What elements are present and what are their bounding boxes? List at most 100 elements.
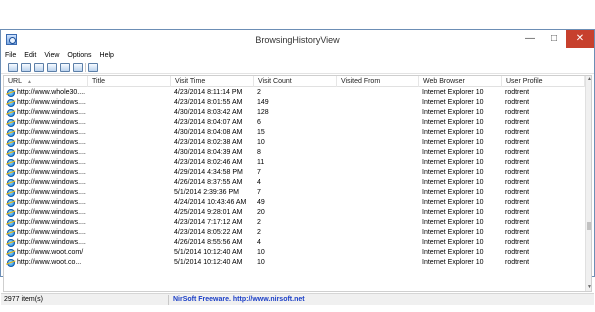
table-row[interactable]: http://www.windows.... 4/23/2014 8:01:55 … bbox=[4, 98, 585, 108]
cell-title bbox=[88, 228, 171, 238]
menu-help[interactable]: Help bbox=[96, 50, 118, 61]
column-header-url[interactable]: URL ▲ bbox=[4, 76, 88, 87]
refresh-icon[interactable] bbox=[73, 63, 83, 72]
minimize-button[interactable]: — bbox=[518, 30, 542, 48]
table-row[interactable]: http://www.windows.... 4/25/2014 9:28:01 … bbox=[4, 208, 585, 218]
close-button[interactable]: ✕ bbox=[566, 30, 594, 48]
save-icon[interactable] bbox=[21, 63, 31, 72]
cell-user-profile: rodtrent bbox=[505, 169, 530, 176]
column-header-visit-count[interactable]: Visit Count bbox=[254, 76, 337, 87]
cell-visit-time: 4/23/2014 8:11:14 PM bbox=[174, 89, 243, 96]
table-row[interactable]: http://www.woot.co... 5/1/2014 10:12:40 A… bbox=[4, 258, 585, 268]
cell-url: http://www.windows.... bbox=[4, 178, 88, 188]
cell-web-browser: Internet Explorer 10 bbox=[422, 249, 484, 256]
export-icon[interactable] bbox=[34, 63, 44, 72]
table-row[interactable]: http://www.windows.... 4/30/2014 8:03:42 … bbox=[4, 108, 585, 118]
table-row[interactable]: http://www.windows.... 4/23/2014 8:02:38 … bbox=[4, 138, 585, 148]
cell-user-profile: rodtrent bbox=[505, 209, 530, 216]
maximize-button[interactable]: □ bbox=[542, 30, 566, 48]
table-row[interactable]: http://www.windows.... 4/23/2014 8:02:46 … bbox=[4, 158, 585, 168]
copy-icon[interactable] bbox=[47, 63, 57, 72]
cell-title bbox=[88, 138, 171, 148]
cell-web-browser: Internet Explorer 10 bbox=[422, 109, 484, 116]
menu-file[interactable]: File bbox=[1, 50, 20, 61]
internet-explorer-icon bbox=[7, 169, 15, 177]
cell-visit-count: 2 bbox=[257, 89, 261, 96]
cell-url: http://www.windows.... bbox=[4, 158, 88, 168]
cell-visit-count: 49 bbox=[257, 199, 265, 206]
table-body: http://www.whole30.... 4/23/2014 8:11:14 … bbox=[4, 88, 585, 268]
cell-url: http://www.windows.... bbox=[4, 208, 88, 218]
column-header-visited-from[interactable]: Visited From bbox=[337, 76, 419, 87]
cell-visit-time: 4/30/2014 8:03:42 AM bbox=[174, 109, 243, 116]
history-table[interactable]: URL ▲ Title Visit Time Visit Count Visite… bbox=[3, 75, 592, 292]
title-bar[interactable]: BrowsingHistoryView — □ ✕ bbox=[1, 30, 594, 50]
table-row[interactable]: http://www.windows.... 4/29/2014 4:34:58 … bbox=[4, 168, 585, 178]
cell-visit-time: 4/30/2014 8:04:08 AM bbox=[174, 129, 243, 136]
cell-visit-count: 2 bbox=[257, 229, 261, 236]
cell-url: http://www.windows.... bbox=[4, 168, 88, 178]
item-count: 2977 item(s) bbox=[4, 296, 43, 303]
exit-icon[interactable] bbox=[88, 63, 98, 72]
status-bar: 2977 item(s) NirSoft Freeware. http://ww… bbox=[1, 293, 594, 305]
cell-user-profile: rodtrent bbox=[505, 159, 530, 166]
menu-edit[interactable]: Edit bbox=[20, 50, 40, 61]
app-window: BrowsingHistoryView — □ ✕ File Edit View… bbox=[0, 29, 595, 305]
table-row[interactable]: http://www.windows.... 4/30/2014 8:04:08 … bbox=[4, 128, 585, 138]
scroll-down-icon[interactable]: ▼ bbox=[586, 284, 591, 291]
cell-web-browser: Internet Explorer 10 bbox=[422, 179, 484, 186]
cell-title bbox=[88, 158, 171, 168]
properties-icon[interactable] bbox=[60, 63, 70, 72]
cell-visit-time: 4/26/2014 8:55:56 AM bbox=[174, 239, 243, 246]
cell-visit-time: 5/1/2014 2:39:36 PM bbox=[174, 189, 239, 196]
table-row[interactable]: http://www.windows.... 4/23/2014 7:17:12 … bbox=[4, 218, 585, 228]
column-header-web-browser[interactable]: Web Browser bbox=[419, 76, 502, 87]
sort-ascending-icon: ▲ bbox=[27, 79, 32, 85]
column-header-title[interactable]: Title bbox=[88, 76, 171, 87]
menu-view[interactable]: View bbox=[40, 50, 63, 61]
table-row[interactable]: http://www.windows.... 5/1/2014 2:39:36 P… bbox=[4, 188, 585, 198]
cell-user-profile: rodtrent bbox=[505, 179, 530, 186]
table-row[interactable]: http://www.windows.... 4/23/2014 8:05:22 … bbox=[4, 228, 585, 238]
cell-visit-count: 10 bbox=[257, 259, 265, 266]
open-icon[interactable] bbox=[8, 63, 18, 72]
vertical-scrollbar[interactable]: ▲ ▼ bbox=[585, 76, 591, 291]
cell-visit-time: 4/23/2014 8:02:46 AM bbox=[174, 159, 243, 166]
cell-visit-count: 7 bbox=[257, 169, 261, 176]
cell-url: http://www.windows.... bbox=[4, 218, 88, 228]
internet-explorer-icon bbox=[7, 179, 15, 187]
cell-title bbox=[88, 108, 171, 118]
cell-web-browser: Internet Explorer 10 bbox=[422, 89, 484, 96]
nirsoft-link[interactable]: NirSoft Freeware. http://www.nirsoft.net bbox=[173, 295, 305, 305]
cell-visit-time: 4/29/2014 4:34:58 PM bbox=[174, 169, 243, 176]
cell-user-profile: rodtrent bbox=[505, 219, 530, 226]
cell-title bbox=[88, 88, 171, 98]
cell-visit-count: 10 bbox=[257, 249, 265, 256]
cell-visited-from bbox=[337, 88, 419, 98]
cell-user-profile: rodtrent bbox=[505, 229, 530, 236]
cell-visit-time: 4/30/2014 8:04:39 AM bbox=[174, 149, 243, 156]
table-row[interactable]: http://www.windows.... 4/23/2014 8:04:07 … bbox=[4, 118, 585, 128]
internet-explorer-icon bbox=[7, 119, 15, 127]
table-row[interactable]: http://www.woot.com/5/1/2014 10:12:40 AM… bbox=[4, 248, 585, 258]
table-row[interactable]: http://www.windows.... 4/26/2014 8:37:55 … bbox=[4, 178, 585, 188]
cell-visit-time: 4/23/2014 7:17:12 AM bbox=[174, 219, 243, 226]
cell-web-browser: Internet Explorer 10 bbox=[422, 199, 484, 206]
internet-explorer-icon bbox=[7, 159, 15, 167]
scroll-up-icon[interactable]: ▲ bbox=[586, 76, 591, 83]
table-row[interactable]: http://www.windows.... 4/24/2014 10:43:46… bbox=[4, 198, 585, 208]
table-row[interactable]: http://www.windows.... 4/30/2014 8:04:39 … bbox=[4, 148, 585, 158]
toolbar bbox=[1, 61, 594, 74]
cell-user-profile: rodtrent bbox=[505, 239, 530, 246]
cell-visited-from bbox=[337, 248, 419, 258]
scrollbar-thumb[interactable] bbox=[587, 222, 591, 230]
column-header-user-profile[interactable]: User Profile bbox=[502, 76, 585, 87]
menu-options[interactable]: Options bbox=[63, 50, 95, 61]
cell-visit-time: 4/23/2014 8:02:38 AM bbox=[174, 139, 243, 146]
table-row[interactable]: http://www.windows.... 4/26/2014 8:55:56 … bbox=[4, 238, 585, 248]
table-row[interactable]: http://www.whole30.... 4/23/2014 8:11:14 … bbox=[4, 88, 585, 98]
internet-explorer-icon bbox=[7, 99, 15, 107]
column-header-visit-time[interactable]: Visit Time bbox=[171, 76, 254, 87]
cell-web-browser: Internet Explorer 10 bbox=[422, 239, 484, 246]
cell-url: http://www.windows.... bbox=[4, 118, 88, 128]
